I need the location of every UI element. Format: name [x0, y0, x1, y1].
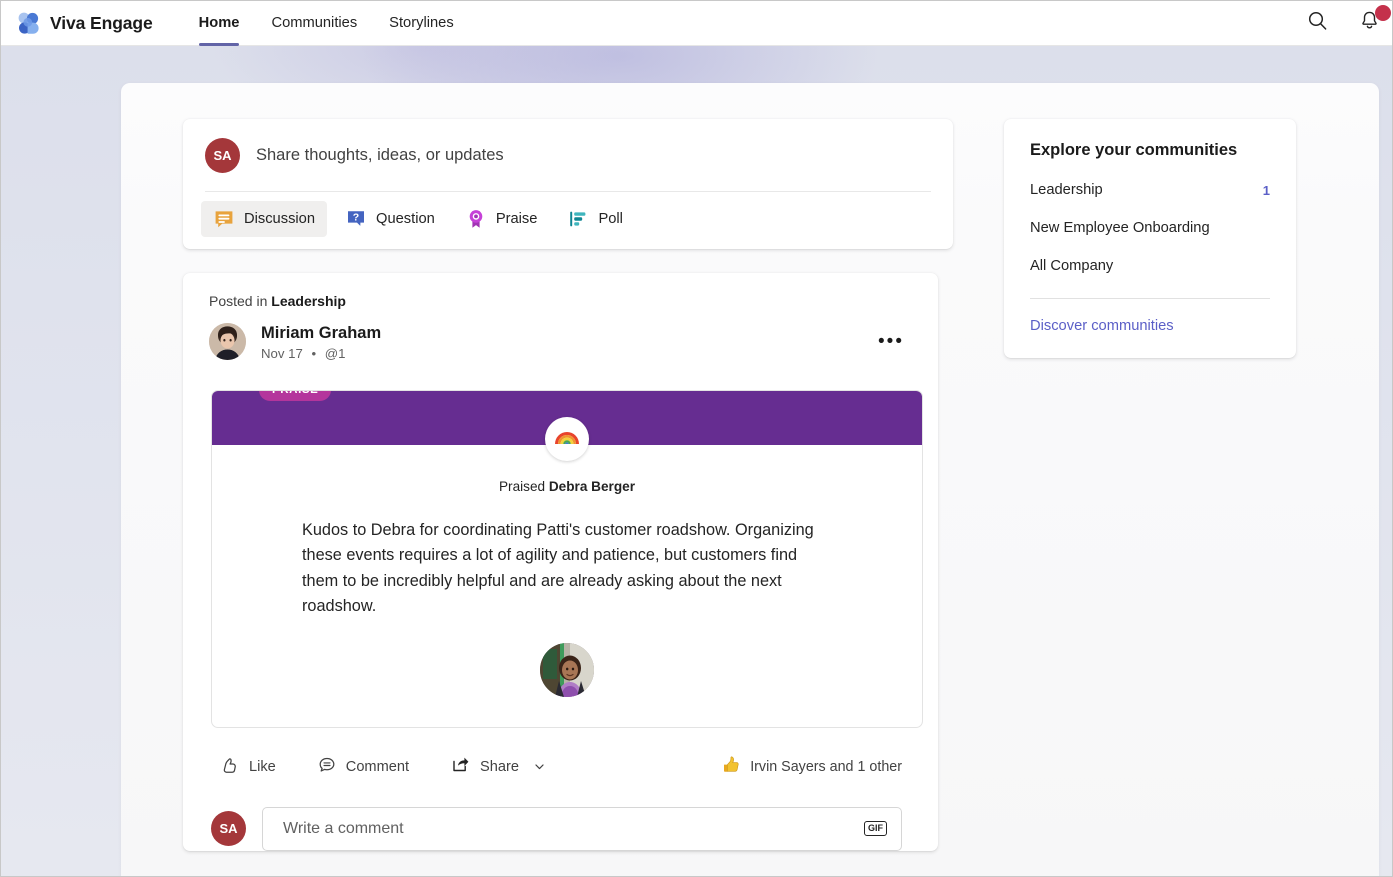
- discover-communities-link[interactable]: Discover communities: [1030, 318, 1270, 334]
- praise-emoji-container: [545, 416, 589, 461]
- like-button[interactable]: Like: [211, 750, 286, 784]
- thumbs-up-outline-icon: [221, 756, 239, 778]
- thumbs-up-emoji-icon: [722, 755, 741, 778]
- explore-communities-panel: Explore your communities Leadership 1 Ne…: [1004, 119, 1296, 358]
- post-composer: SA Share thoughts, ideas, or updates Dis…: [183, 119, 953, 249]
- viva-engage-logo-icon: [15, 10, 41, 36]
- poll-icon: [567, 208, 589, 230]
- like-button-label: Like: [249, 758, 276, 775]
- posted-in-prefix: Posted in: [209, 293, 268, 309]
- post-subline: Nov 17 • @1: [261, 346, 381, 361]
- nav-tab-storylines[interactable]: Storylines: [373, 1, 470, 46]
- composer-type-discussion-label: Discussion: [244, 211, 316, 227]
- composer-placeholder: Share thoughts, ideas, or updates: [256, 146, 504, 164]
- composer-type-buttons: Discussion ? Question Praise Poll: [183, 192, 953, 249]
- gif-button[interactable]: GIF: [864, 821, 887, 837]
- composer-avatar: SA: [205, 138, 240, 173]
- composer-type-question[interactable]: ? Question: [333, 201, 447, 237]
- feed-post: Posted in Leadership Miriam Graham Nov 1…: [183, 273, 938, 851]
- praised-line: Praised Debra Berger: [212, 479, 922, 494]
- composer-type-praise[interactable]: Praise: [453, 201, 550, 237]
- community-item-new-employee-onboarding[interactable]: New Employee Onboarding: [1030, 220, 1270, 236]
- post-header: Miriam Graham Nov 17 • @1 •••: [209, 323, 920, 361]
- comment-placeholder: Write a comment: [283, 819, 404, 837]
- share-button[interactable]: Share: [441, 749, 556, 784]
- community-item-all-company[interactable]: All Company: [1030, 258, 1270, 274]
- community-item-all-company-label: All Company: [1030, 258, 1114, 274]
- post-author-meta: Miriam Graham Nov 17 • @1: [261, 323, 381, 361]
- comment-input[interactable]: Write a comment GIF: [262, 806, 902, 851]
- post-date: Nov 17: [261, 345, 303, 361]
- comment-icon: [318, 756, 336, 778]
- reactions-summary[interactable]: Irvin Sayers and 1 other: [722, 755, 902, 778]
- nav-tab-home[interactable]: Home: [183, 1, 256, 46]
- search-icon: [1307, 10, 1328, 36]
- praised-person-name[interactable]: Debra Berger: [549, 479, 635, 494]
- composer-type-question-label: Question: [376, 211, 435, 227]
- praise-body: Praised Debra Berger Kudos to Debra for …: [212, 445, 922, 727]
- viva-engage-app: Viva Engage Home Communities Storylines: [0, 0, 1393, 877]
- composer-type-discussion[interactable]: Discussion: [201, 201, 328, 237]
- praise-attached-photo[interactable]: [540, 642, 594, 697]
- brand-name: Viva Engage: [50, 12, 153, 33]
- comment-avatar: SA: [211, 811, 246, 847]
- main-feed-column: SA Share thoughts, ideas, or updates Dis…: [183, 119, 955, 851]
- brand[interactable]: Viva Engage: [1, 10, 153, 36]
- praise-badge: PRAISE: [259, 390, 332, 401]
- chevron-down-icon: [533, 760, 546, 773]
- post-author-name[interactable]: Miriam Graham: [261, 323, 381, 344]
- panel-divider: [1030, 298, 1270, 299]
- post-action-bar: Like Comment Share Irvin Sayers and 1 ot…: [209, 747, 920, 787]
- search-button[interactable]: [1302, 8, 1332, 38]
- composer-prompt-row[interactable]: SA Share thoughts, ideas, or updates: [183, 119, 953, 191]
- nav-tab-communities-label: Communities: [271, 15, 358, 31]
- praise-icon: [465, 208, 487, 230]
- notifications-badge: [1375, 5, 1391, 21]
- share-icon: [451, 755, 470, 778]
- composer-type-poll-label: Poll: [598, 211, 623, 227]
- nav-tab-storylines-label: Storylines: [389, 15, 454, 31]
- community-item-leadership-count: 1: [1262, 182, 1270, 198]
- top-navigation-bar: Viva Engage Home Communities Storylines: [1, 1, 1392, 46]
- rainbow-icon: [553, 422, 581, 455]
- nav-tab-home-label: Home: [198, 15, 240, 31]
- comment-input-row: SA Write a comment GIF: [209, 806, 920, 851]
- post-author-avatar[interactable]: [209, 323, 246, 361]
- community-item-leadership-label: Leadership: [1030, 182, 1103, 198]
- discussion-icon: [213, 208, 235, 230]
- posted-in-label: Posted in Leadership: [209, 293, 920, 309]
- question-icon: ?: [345, 208, 367, 230]
- comment-button[interactable]: Comment: [308, 750, 419, 784]
- praise-message-text: Kudos to Debra for coordinating Patti's …: [302, 520, 814, 616]
- post-separator: •: [311, 345, 317, 361]
- praised-prefix: Praised: [498, 478, 546, 494]
- praise-card-wrapper: PRAISE Praised Debra Berger Kudos to Deb…: [211, 389, 923, 728]
- nav-right-actions: [1302, 1, 1392, 46]
- post-mentions: @1: [324, 345, 346, 361]
- composer-type-poll[interactable]: Poll: [555, 201, 635, 237]
- post-more-options-button[interactable]: •••: [876, 328, 906, 355]
- comment-button-label: Comment: [345, 758, 410, 775]
- svg-text:?: ?: [353, 212, 359, 224]
- reactions-text: Irvin Sayers and 1 other: [750, 758, 902, 775]
- community-item-leadership[interactable]: Leadership 1: [1030, 182, 1270, 198]
- community-item-new-employee-onboarding-label: New Employee Onboarding: [1030, 220, 1210, 236]
- panel-title: Explore your communities: [1030, 141, 1238, 159]
- composer-type-praise-label: Praise: [495, 211, 538, 227]
- nav-tabs: Home Communities Storylines: [183, 1, 470, 46]
- notifications-button[interactable]: [1354, 5, 1391, 38]
- share-button-label: Share: [480, 758, 519, 775]
- posted-in-community[interactable]: Leadership: [271, 293, 346, 309]
- nav-tab-communities[interactable]: Communities: [255, 1, 373, 46]
- praise-card: PRAISE Praised Debra Berger Kudos to Deb…: [211, 389, 923, 728]
